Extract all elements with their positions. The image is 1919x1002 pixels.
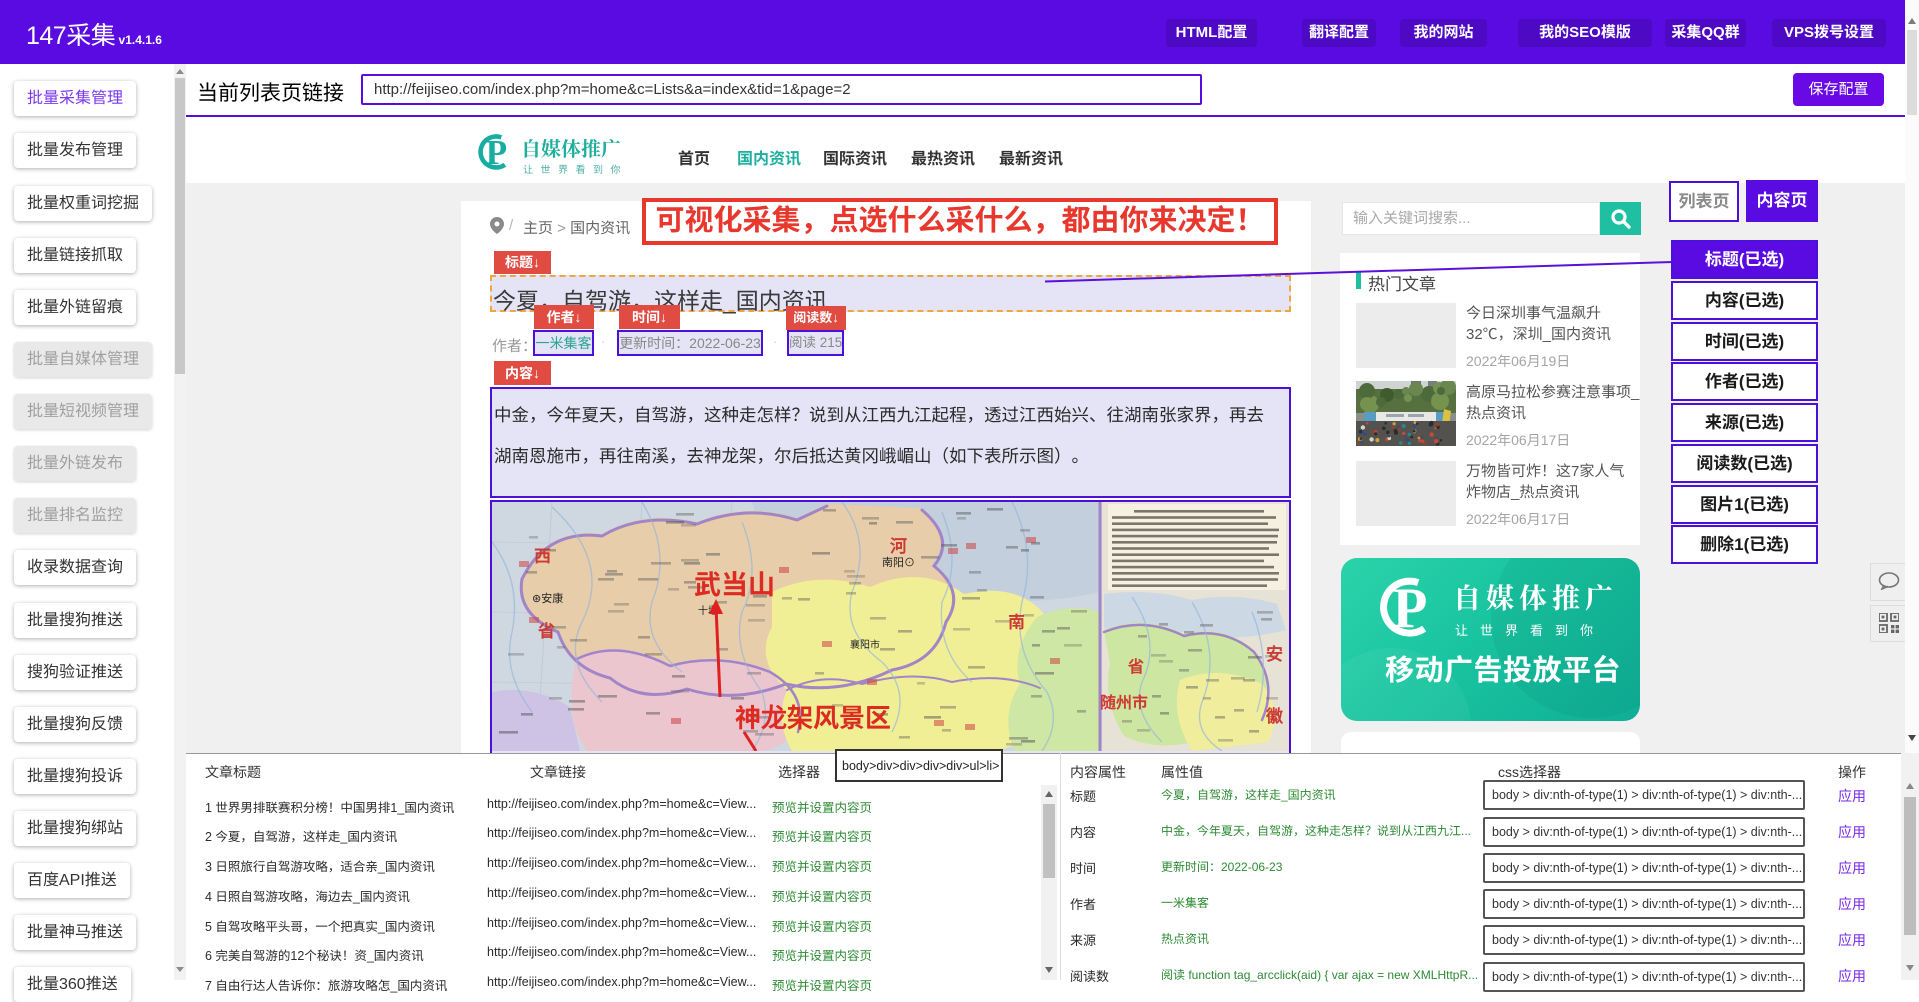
svg-text:南: 南 xyxy=(1008,613,1025,632)
svg-text:西: 西 xyxy=(534,547,551,566)
svg-text:武当山: 武当山 xyxy=(694,570,775,600)
svg-text:P: P xyxy=(486,133,507,171)
svg-text:P: P xyxy=(1393,577,1428,639)
svg-text:安: 安 xyxy=(1266,644,1283,664)
svg-text:神龙架风景区: 神龙架风景区 xyxy=(735,703,891,733)
svg-text:河: 河 xyxy=(890,537,907,556)
svg-text:⊛安康: ⊛安康 xyxy=(532,591,563,605)
svg-text:省: 省 xyxy=(1127,657,1144,676)
svg-text:南阳⊙: 南阳⊙ xyxy=(882,556,915,569)
svg-text:徽: 徽 xyxy=(1265,706,1284,726)
svg-text:省: 省 xyxy=(537,621,555,641)
svg-text:随州市: 随州市 xyxy=(1100,693,1148,712)
svg-text:襄阳市: 襄阳市 xyxy=(850,638,880,651)
